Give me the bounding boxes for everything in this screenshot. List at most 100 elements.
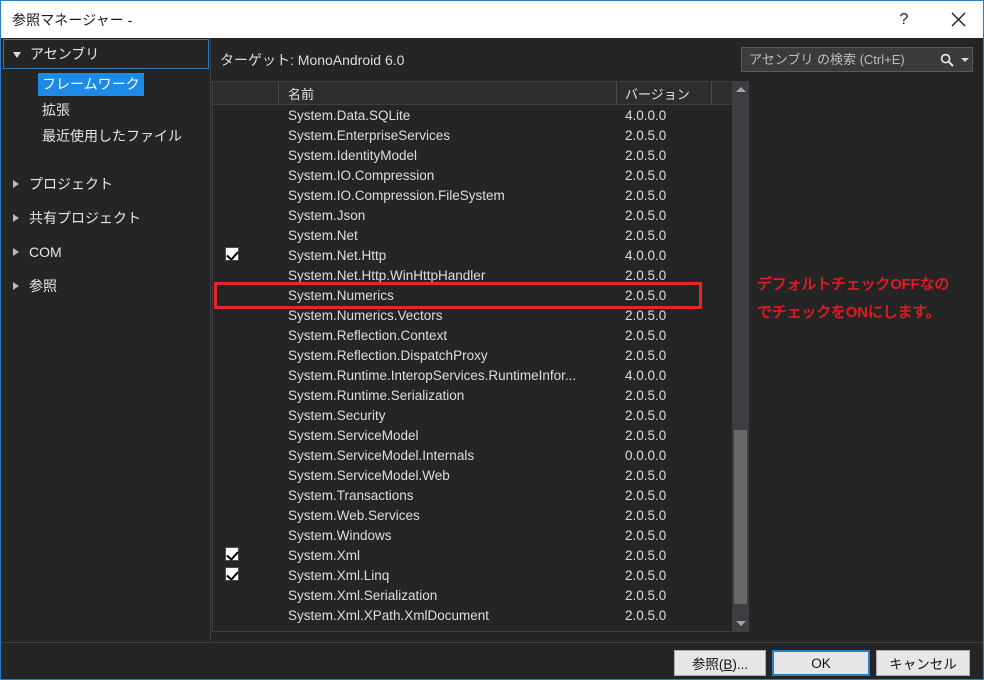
- row-checkbox[interactable]: [225, 367, 241, 383]
- expander-down-icon[interactable]: [4, 51, 30, 58]
- row-checkbox[interactable]: [225, 107, 241, 123]
- table-row[interactable]: System.Security 2.0.5.0: [213, 405, 732, 425]
- row-checkbox[interactable]: [225, 167, 241, 183]
- tree-item-recent[interactable]: 最近使用したファイル: [38, 123, 186, 149]
- table-row[interactable]: System.Xml.Serialization 2.0.5.0: [213, 585, 732, 605]
- table-row[interactable]: System.IO.Compression 2.0.5.0: [213, 165, 732, 185]
- row-name: System.Security: [288, 407, 386, 423]
- tree-item-framework[interactable]: フレームワーク: [38, 71, 144, 97]
- row-checkbox[interactable]: [225, 547, 241, 563]
- table-row[interactable]: System.Xml.Linq 2.0.5.0: [213, 565, 732, 585]
- row-checkbox[interactable]: [225, 307, 241, 323]
- tree-item-reference[interactable]: 参照: [3, 271, 209, 301]
- search-box[interactable]: [741, 47, 973, 72]
- checkbox-checked-icon[interactable]: [225, 247, 239, 261]
- browse-button[interactable]: 参照(B)...: [674, 650, 766, 676]
- table-row[interactable]: System.ServiceModel.Web 2.0.5.0: [213, 465, 732, 485]
- table-row[interactable]: System.IdentityModel 2.0.5.0: [213, 145, 732, 165]
- table-row[interactable]: System.EnterpriseServices 2.0.5.0: [213, 125, 732, 145]
- row-checkbox[interactable]: [225, 267, 241, 283]
- tree-item-reference-label: 参照: [29, 278, 57, 294]
- row-checkbox[interactable]: [225, 527, 241, 543]
- help-button[interactable]: ?: [881, 1, 927, 38]
- row-checkbox[interactable]: [225, 187, 241, 203]
- row-name: System.Xml: [288, 547, 361, 563]
- row-checkbox[interactable]: [225, 247, 241, 263]
- column-header-version[interactable]: バージョン: [617, 82, 712, 104]
- table-row[interactable]: System.Net.Http 4.0.0.0: [213, 245, 732, 265]
- table-row[interactable]: System.Reflection.DispatchProxy 2.0.5.0: [213, 345, 732, 365]
- table-row[interactable]: System.Windows 2.0.5.0: [213, 525, 732, 545]
- row-version: 2.0.5.0: [625, 427, 667, 443]
- row-name: System.Net.Http.WinHttpHandler: [288, 267, 486, 283]
- row-name: System.IO.Compression: [288, 167, 435, 183]
- checkbox-checked-icon[interactable]: [225, 547, 239, 561]
- row-checkbox[interactable]: [225, 227, 241, 243]
- scroll-up-button[interactable]: [732, 81, 749, 98]
- table-row[interactable]: System.Json 2.0.5.0: [213, 205, 732, 225]
- row-checkbox[interactable]: [225, 487, 241, 503]
- row-checkbox[interactable]: [225, 467, 241, 483]
- expander-right-icon[interactable]: [3, 214, 29, 222]
- search-dropdown-icon[interactable]: [958, 48, 972, 71]
- table-row[interactable]: System.ServiceModel 2.0.5.0: [213, 425, 732, 445]
- row-checkbox[interactable]: [225, 607, 241, 623]
- row-checkbox[interactable]: [225, 327, 241, 343]
- table-row[interactable]: System.ServiceModel.Internals 0.0.0.0: [213, 445, 732, 465]
- table-row[interactable]: System.Web.Services 2.0.5.0: [213, 505, 732, 525]
- annotation-line-2: でチェックをONにします。: [757, 304, 941, 321]
- search-input[interactable]: [742, 49, 936, 70]
- expander-right-icon[interactable]: [3, 282, 29, 290]
- table-row[interactable]: System.Xml.XPath.XmlDocument 2.0.5.0: [213, 605, 732, 625]
- scrollbar-thumb[interactable]: [734, 430, 747, 604]
- row-checkbox[interactable]: [225, 507, 241, 523]
- row-checkbox[interactable]: [225, 347, 241, 363]
- table-row[interactable]: System.Xml 2.0.5.0: [213, 545, 732, 565]
- row-name: System.Runtime.InteropServices.RuntimeIn…: [288, 367, 577, 383]
- row-name: System.Numerics: [288, 287, 394, 303]
- table-row[interactable]: System.Net.Http.WinHttpHandler 2.0.5.0: [213, 265, 732, 285]
- table-row[interactable]: System.Numerics.Vectors 2.0.5.0: [213, 305, 732, 325]
- table-row[interactable]: System.Numerics 2.0.5.0: [213, 285, 732, 305]
- ok-button[interactable]: OK: [772, 650, 870, 676]
- row-name: System.Net.Http: [288, 247, 387, 263]
- row-checkbox[interactable]: [225, 587, 241, 603]
- table-row[interactable]: System.Net 2.0.5.0: [213, 225, 732, 245]
- row-checkbox[interactable]: [225, 127, 241, 143]
- detail-pane: デフォルトチェックOFFなの でチェックをONにします。: [749, 81, 983, 632]
- table-row[interactable]: System.Transactions 2.0.5.0: [213, 485, 732, 505]
- close-button[interactable]: [935, 1, 981, 38]
- row-version: 2.0.5.0: [625, 307, 667, 323]
- reference-manager-dialog: 参照マネージャー - ? アセンブリ フレームワーク 拡張 最近使用したファイル…: [0, 0, 984, 680]
- row-checkbox[interactable]: [225, 387, 241, 403]
- table-row[interactable]: System.IO.Compression.FileSystem 2.0.5.0: [213, 185, 732, 205]
- checkbox-checked-icon[interactable]: [225, 567, 239, 581]
- table-row[interactable]: System.Runtime.InteropServices.RuntimeIn…: [213, 365, 732, 385]
- expander-right-icon[interactable]: [3, 180, 29, 188]
- search-icon[interactable]: [936, 48, 958, 71]
- table-row[interactable]: System.Runtime.Serialization 2.0.5.0: [213, 385, 732, 405]
- column-header-check[interactable]: [213, 82, 279, 104]
- expander-right-icon[interactable]: [3, 248, 29, 256]
- tree-item-assembly[interactable]: アセンブリ: [3, 39, 209, 69]
- row-checkbox[interactable]: [225, 567, 241, 583]
- tree-item-extension[interactable]: 拡張: [38, 97, 74, 123]
- table-row[interactable]: System.Reflection.Context 2.0.5.0: [213, 325, 732, 345]
- cancel-button[interactable]: キャンセル: [876, 650, 970, 676]
- tree-item-com[interactable]: COM: [3, 237, 209, 267]
- table-row[interactable]: System.Data.SQLite 4.0.0.0: [213, 105, 732, 125]
- row-checkbox[interactable]: [225, 287, 241, 303]
- scroll-down-button[interactable]: [732, 615, 749, 632]
- row-version: 2.0.5.0: [625, 487, 667, 503]
- row-checkbox[interactable]: [225, 207, 241, 223]
- row-checkbox[interactable]: [225, 147, 241, 163]
- tree-item-shared-project-label: 共有プロジェクト: [29, 210, 141, 226]
- row-checkbox[interactable]: [225, 427, 241, 443]
- tree-item-shared-project[interactable]: 共有プロジェクト: [3, 203, 209, 233]
- annotation-line-1: デフォルトチェックOFFなの: [757, 276, 950, 293]
- column-header-name[interactable]: 名前: [279, 82, 617, 104]
- list-scrollbar[interactable]: [732, 81, 749, 632]
- row-checkbox[interactable]: [225, 447, 241, 463]
- tree-item-project[interactable]: プロジェクト: [3, 169, 209, 199]
- row-checkbox[interactable]: [225, 407, 241, 423]
